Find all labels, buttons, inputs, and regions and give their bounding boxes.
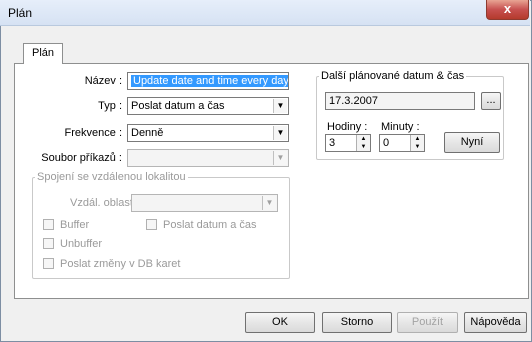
send-datetime-checkbox[interactable] <box>146 219 157 230</box>
chevron-down-icon[interactable]: ▼ <box>273 99 287 113</box>
unbuffer-checkbox[interactable] <box>43 238 54 249</box>
minutes-value: 0 <box>383 137 390 149</box>
spin-arrows-icon[interactable]: ▲ ▼ <box>410 135 424 151</box>
remote-area-label: Vzdál. oblast : <box>70 197 140 209</box>
minutes-spinner[interactable]: 0 ▲ ▼ <box>379 134 425 152</box>
hours-label: Hodiny : <box>327 121 368 133</box>
cancel-button[interactable]: Storno <box>322 312 392 333</box>
spin-arrows-icon[interactable]: ▲ ▼ <box>356 135 370 151</box>
close-button[interactable]: x <box>486 0 529 20</box>
frequency-select[interactable]: Denně ▼ <box>127 124 289 142</box>
apply-button[interactable]: Použít <box>397 312 458 333</box>
name-label: Název : <box>84 75 122 87</box>
window-title: Plán <box>8 6 33 20</box>
browse-date-button[interactable]: ... <box>481 92 501 110</box>
unbuffer-label: Unbuffer <box>60 238 102 250</box>
name-input-value: Update date and time every day <box>131 75 289 87</box>
close-icon: x <box>503 1 512 16</box>
send-changes-checkbox[interactable] <box>43 258 54 269</box>
hours-value: 3 <box>329 137 336 149</box>
command-file-select[interactable]: ▼ <box>127 149 289 167</box>
frequency-select-value: Denně <box>131 127 164 139</box>
remote-site-legend: Spojení se vzdálenou lokalitou <box>37 171 186 183</box>
send-changes-label: Poslat změny v DB karet <box>60 258 181 270</box>
send-datetime-label: Poslat datum a čas <box>163 219 257 231</box>
chevron-down-icon[interactable]: ▼ <box>273 151 287 165</box>
help-button[interactable]: Nápověda <box>464 312 527 333</box>
hours-spinner[interactable]: 3 ▲ ▼ <box>325 134 371 152</box>
ok-button[interactable]: OK <box>245 312 315 333</box>
type-label: Typ : <box>98 100 122 112</box>
command-file-label: Soubor příkazů : <box>41 152 122 164</box>
now-button[interactable]: Nyní <box>444 132 500 153</box>
type-select[interactable]: Poslat datum a čas ▼ <box>127 97 289 115</box>
remote-area-select[interactable]: ▼ <box>131 194 278 212</box>
type-select-value: Poslat datum a čas <box>131 100 225 112</box>
next-date-field[interactable]: 17.3.2007 <box>325 92 475 110</box>
buffer-checkbox[interactable] <box>43 219 54 230</box>
chevron-down-icon[interactable]: ▼ <box>273 126 287 140</box>
tab-plan[interactable]: Plán <box>23 43 63 64</box>
frequency-label: Frekvence : <box>64 127 122 139</box>
buffer-label: Buffer <box>60 219 90 231</box>
name-input[interactable]: Update date and time every day <box>127 72 289 90</box>
schedule-legend: Další plánované datum & čas <box>321 70 465 82</box>
minutes-label: Minuty : <box>381 121 420 133</box>
chevron-down-icon[interactable]: ▼ <box>262 196 276 210</box>
title-bar <box>0 0 530 26</box>
